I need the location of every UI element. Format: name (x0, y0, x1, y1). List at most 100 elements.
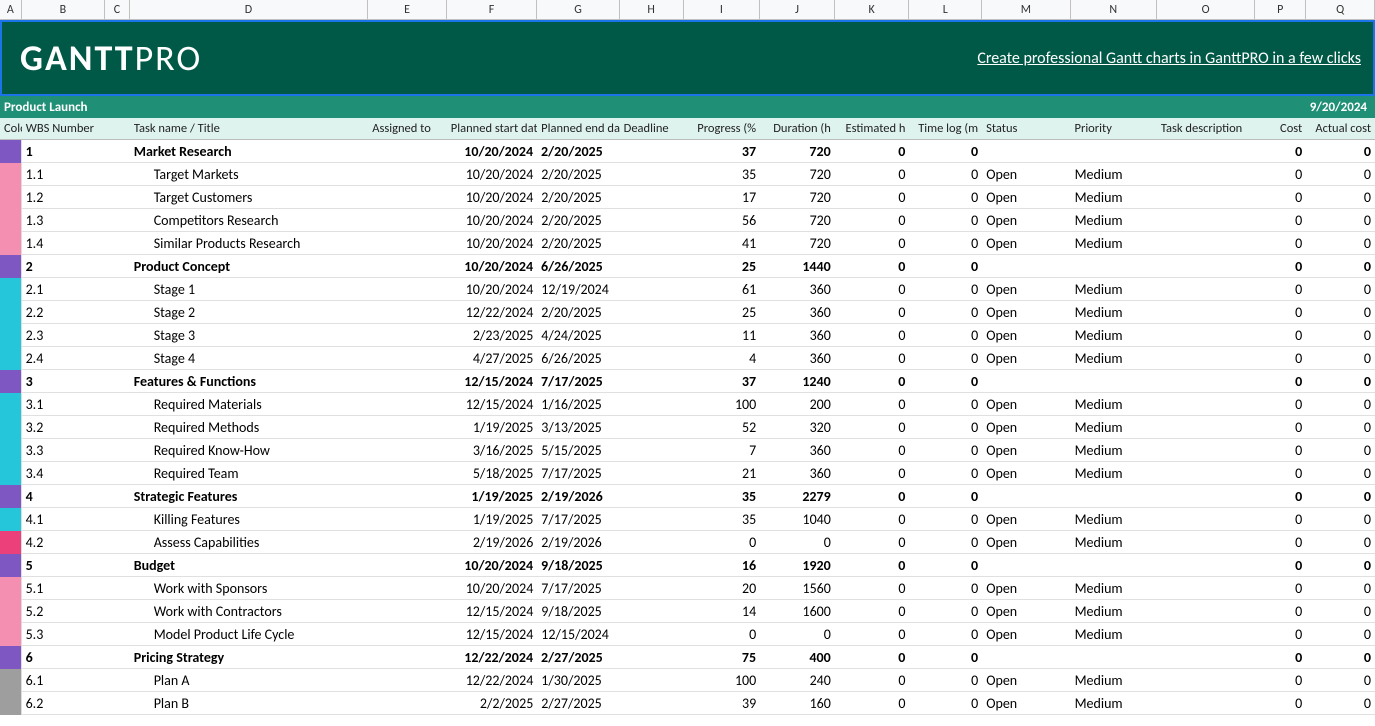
cell-tlog[interactable]: 0 (909, 557, 982, 574)
cell-end[interactable]: 12/19/2024 (537, 281, 619, 298)
cell-actual[interactable]: 0 (1306, 580, 1375, 597)
cell-priority[interactable]: Medium (1071, 419, 1157, 436)
col-hdr-J[interactable]: J (760, 0, 835, 19)
hdr-actual[interactable]: Actual cost (1306, 121, 1375, 136)
table-row[interactable]: 2.1Stage 110/20/202412/19/20246136000Ope… (0, 278, 1375, 301)
cell-end[interactable]: 2/20/2025 (537, 143, 620, 160)
cell-task[interactable]: Budget (130, 557, 368, 574)
cell-cost[interactable]: 0 (1255, 442, 1306, 459)
cell-progress[interactable]: 52 (684, 419, 761, 436)
cell-duration[interactable]: 360 (760, 281, 835, 298)
cell-cost[interactable]: 0 (1255, 488, 1306, 505)
cell-start[interactable]: 1/19/2025 (447, 419, 537, 436)
cell-start[interactable]: 2/19/2026 (447, 534, 537, 551)
table-row[interactable]: 1.2Target Customers10/20/20242/20/202517… (0, 186, 1375, 209)
cell-tlog[interactable]: 0 (910, 419, 983, 436)
cell-end[interactable]: 5/15/2025 (537, 442, 619, 459)
cell-cost[interactable]: 0 (1255, 557, 1306, 574)
cell-tlog[interactable]: 0 (910, 603, 983, 620)
cell-start[interactable]: 1/19/2025 (447, 488, 537, 505)
table-row[interactable]: 2Product Concept10/20/20246/26/202525144… (0, 255, 1375, 278)
cell-cost[interactable]: 0 (1255, 373, 1306, 390)
cell-cost[interactable]: 0 (1255, 281, 1306, 298)
table-row[interactable]: 4Strategic Features1/19/20252/19/2026352… (0, 485, 1375, 508)
cell-duration[interactable]: 1560 (760, 580, 835, 597)
cell-tlog[interactable]: 0 (909, 373, 982, 390)
create-gantt-link[interactable]: Create professional Gantt charts in Gant… (977, 49, 1361, 68)
cell-task[interactable]: Required Materials (130, 396, 369, 413)
cell-end[interactable]: 2/19/2026 (537, 488, 620, 505)
cell-progress[interactable]: 17 (684, 189, 761, 206)
cell-status[interactable]: Open (982, 442, 1070, 459)
cell-end[interactable]: 7/17/2025 (537, 580, 619, 597)
cell-est[interactable]: 0 (835, 488, 910, 505)
cell-progress[interactable]: 39 (684, 695, 761, 712)
cell-duration[interactable]: 720 (760, 189, 835, 206)
cell-task[interactable]: Plan B (130, 695, 369, 712)
cell-progress[interactable]: 37 (683, 143, 760, 160)
cell-wbs[interactable]: 5 (22, 557, 105, 574)
cell-start[interactable]: 10/20/2024 (447, 166, 537, 183)
cell-end[interactable]: 12/15/2024 (537, 626, 619, 643)
cell-wbs[interactable]: 2.3 (22, 327, 105, 344)
cell-actual[interactable]: 0 (1306, 419, 1375, 436)
cell-wbs[interactable]: 3.2 (22, 419, 105, 436)
cell-tlog[interactable]: 0 (910, 235, 983, 252)
cell-end[interactable]: 7/17/2025 (537, 511, 619, 528)
col-hdr-F[interactable]: F (447, 0, 537, 19)
cell-start[interactable]: 2/23/2025 (447, 327, 537, 344)
cell-priority[interactable]: Medium (1071, 212, 1157, 229)
hdr-progress[interactable]: Progress (% (684, 121, 761, 136)
cell-task[interactable]: Required Know-How (130, 442, 369, 459)
table-row[interactable]: 1.3Competitors Research10/20/20242/20/20… (0, 209, 1375, 232)
col-hdr-M[interactable]: M (982, 0, 1070, 19)
cell-duration[interactable]: 360 (760, 304, 835, 321)
cell-start[interactable]: 10/20/2024 (447, 258, 537, 275)
cell-status[interactable]: Open (982, 580, 1070, 597)
cell-start[interactable]: 5/18/2025 (447, 465, 537, 482)
cell-priority[interactable]: Medium (1071, 281, 1157, 298)
cell-duration[interactable]: 360 (760, 442, 835, 459)
hdr-duration[interactable]: Duration (h (760, 121, 835, 136)
cell-start[interactable]: 10/20/2024 (447, 212, 537, 229)
col-hdr-L[interactable]: L (909, 0, 982, 19)
cell-status[interactable]: Open (982, 350, 1070, 367)
cell-actual[interactable]: 0 (1306, 350, 1375, 367)
cell-priority[interactable]: Medium (1071, 189, 1157, 206)
cell-status[interactable]: Open (982, 304, 1070, 321)
cell-status[interactable]: Open (982, 672, 1070, 689)
cell-task[interactable]: Stage 1 (130, 281, 369, 298)
cell-status[interactable]: Open (982, 396, 1070, 413)
cell-progress[interactable]: 37 (683, 373, 760, 390)
cell-start[interactable]: 12/22/2024 (447, 672, 537, 689)
cell-wbs[interactable]: 4.1 (22, 511, 105, 528)
cell-task[interactable]: Required Team (130, 465, 369, 482)
hdr-timelog[interactable]: Time log (m (909, 121, 982, 136)
cell-duration[interactable]: 160 (760, 695, 835, 712)
col-hdr-K[interactable]: K (835, 0, 910, 19)
cell-duration[interactable]: 720 (760, 143, 835, 160)
cell-tlog[interactable]: 0 (910, 534, 983, 551)
cell-duration[interactable]: 360 (760, 350, 835, 367)
cell-end[interactable]: 2/20/2025 (537, 166, 619, 183)
cell-actual[interactable]: 0 (1306, 672, 1375, 689)
cell-task[interactable]: Target Customers (130, 189, 369, 206)
cell-status[interactable]: Open (982, 235, 1070, 252)
col-hdr-C[interactable]: C (105, 0, 130, 19)
cell-est[interactable]: 0 (835, 327, 910, 344)
cell-tlog[interactable]: 0 (910, 626, 983, 643)
cell-end[interactable]: 2/27/2025 (537, 649, 620, 666)
cell-duration[interactable]: 0 (760, 626, 835, 643)
cell-est[interactable]: 0 (835, 396, 910, 413)
cell-progress[interactable]: 25 (683, 258, 760, 275)
hdr-end[interactable]: Planned end date (537, 121, 620, 136)
cell-duration[interactable]: 360 (760, 465, 835, 482)
cell-duration[interactable]: 240 (760, 672, 835, 689)
cell-cost[interactable]: 0 (1255, 419, 1306, 436)
cell-task[interactable]: Competitors Research (130, 212, 369, 229)
cell-start[interactable]: 1/19/2025 (447, 511, 537, 528)
cell-start[interactable]: 12/15/2024 (447, 626, 537, 643)
cell-actual[interactable]: 0 (1306, 235, 1375, 252)
cell-end[interactable]: 6/26/2025 (537, 258, 620, 275)
cell-tlog[interactable]: 0 (909, 258, 982, 275)
